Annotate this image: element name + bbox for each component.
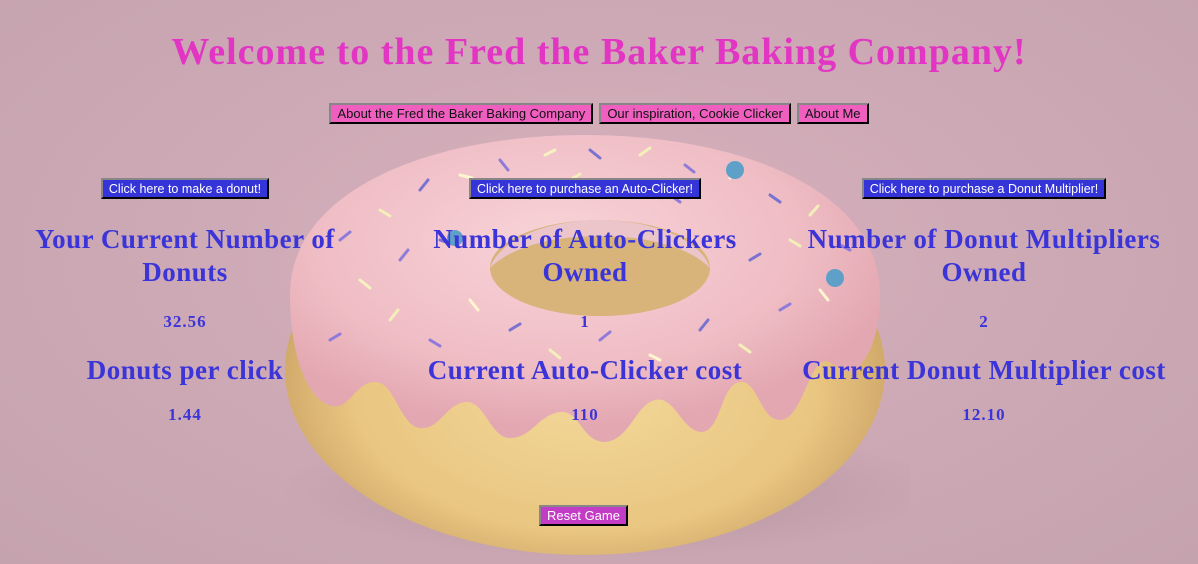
reset-game-button[interactable]: Reset Game (539, 505, 628, 526)
multiplier-column: Click here to purchase a Donut Multiplie… (785, 178, 1183, 425)
nav-bar: About the Fred the Baker Baking Company … (0, 103, 1198, 124)
donuts-per-click-value: 1.44 (168, 405, 202, 424)
auto-clickers-owned-value: 1 (580, 312, 590, 331)
auto-clicker-column: Click here to purchase an Auto-Clicker! … (410, 178, 760, 425)
multipliers-owned-heading: Number of Donut Multipliers Owned (807, 224, 1161, 287)
multiplier-cost-value: 12.10 (962, 405, 1006, 424)
about-company-button[interactable]: About the Fred the Baker Baking Company (329, 103, 594, 124)
page-title: Welcome to the Fred the Baker Baking Com… (171, 31, 1027, 73)
buy-multiplier-button[interactable]: Click here to purchase a Donut Multiplie… (861, 178, 1107, 199)
multiplier-cost-heading: Current Donut Multiplier cost (802, 355, 1166, 385)
auto-clicker-cost-heading: Current Auto-Clicker cost (427, 355, 743, 385)
auto-clicker-cost-value: 110 (571, 405, 599, 424)
make-donut-button[interactable]: Click here to make a donut! (100, 178, 270, 199)
multipliers-owned-value: 2 (979, 312, 989, 331)
auto-clickers-owned-heading: Number of Auto-Clickers Owned (433, 224, 737, 287)
buy-auto-clicker-button[interactable]: Click here to purchase an Auto-Clicker! (468, 178, 702, 199)
inspiration-button[interactable]: Our inspiration, Cookie Clicker (599, 103, 791, 124)
donuts-column: Click here to make a donut! Your Current… (10, 178, 360, 425)
donuts-per-click-heading: Donuts per click (86, 355, 284, 385)
about-me-button[interactable]: About Me (796, 103, 869, 124)
donut-count-value: 32.56 (163, 312, 207, 331)
donut-count-heading: Your Current Number of Donuts (35, 224, 335, 287)
